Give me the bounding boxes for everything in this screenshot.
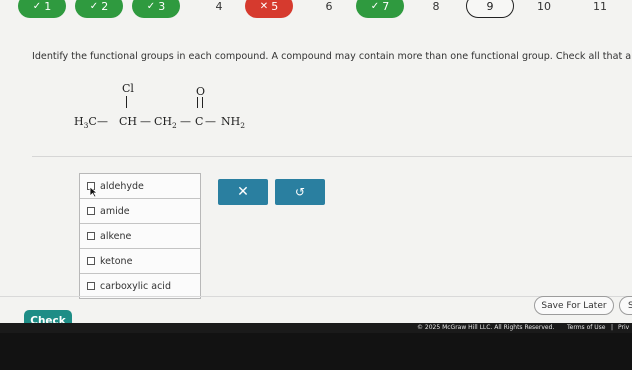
atom-c: C <box>88 115 97 128</box>
nav-label: 3 <box>158 0 166 13</box>
nav-question-6[interactable]: 6 <box>305 0 353 18</box>
bond-3: — <box>180 115 191 128</box>
nav-question-7[interactable]: ✓ 7 <box>356 0 404 18</box>
nav-label: 1 <box>44 0 52 13</box>
subscript: 2 <box>240 121 245 131</box>
choice-amide[interactable]: amide <box>80 199 200 224</box>
nav-question-2[interactable]: ✓ 2 <box>75 0 123 18</box>
nav-label: 4 <box>215 0 223 13</box>
section-divider <box>32 156 632 157</box>
choice-label: carboxylic acid <box>100 280 171 292</box>
choice-label: amide <box>100 205 130 217</box>
undo-button[interactable]: ↺ <box>275 179 325 205</box>
bond-c-cl <box>126 96 127 108</box>
double-bond-c-o <box>197 97 203 108</box>
undo-icon: ↺ <box>294 185 306 199</box>
group-ch2: CH2 <box>154 115 177 130</box>
clear-button[interactable]: ✕ <box>218 179 268 205</box>
x-icon: ✕ <box>259 0 269 12</box>
bond-2: — <box>140 115 151 128</box>
check-icon: ✓ <box>89 0 99 12</box>
nav-label: 6 <box>325 0 333 13</box>
nav-label: 11 <box>593 0 607 13</box>
nav-question-4[interactable]: 4 <box>195 0 243 18</box>
group-nh2: NH2 <box>221 115 245 130</box>
terms-link[interactable]: Terms of Use <box>567 324 605 331</box>
x-icon: ✕ <box>237 184 249 200</box>
checkbox[interactable] <box>87 282 95 290</box>
checkbox[interactable] <box>87 257 95 265</box>
nav-label: 10 <box>537 0 551 13</box>
nav-label: 7 <box>382 0 390 13</box>
nav-question-3[interactable]: ✓ 3 <box>132 0 180 18</box>
question-nav: ✓ 1 ✓ 2 ✓ 3 4 ✕ 5 6 ✓ 7 8 9 10 11 <box>0 0 632 22</box>
choice-label: alkene <box>100 230 132 242</box>
submit-button[interactable]: S <box>619 296 632 315</box>
choice-carboxylic-acid[interactable]: carboxylic acid <box>80 274 200 298</box>
check-icon: ✓ <box>146 0 156 12</box>
checkbox[interactable] <box>87 232 95 240</box>
choice-label: aldehyde <box>100 180 144 192</box>
subscript: 2 <box>172 121 177 131</box>
bond-1: — <box>97 115 108 128</box>
atom-cl: Cl <box>122 82 134 95</box>
nav-question-1[interactable]: ✓ 1 <box>18 0 66 18</box>
save-for-later-button[interactable]: Save For Later <box>534 296 614 315</box>
copyright-text: © 2025 McGraw Hill LLC. All Rights Reser… <box>417 324 555 331</box>
assignment-screen: ✓ 1 ✓ 2 ✓ 3 4 ✕ 5 6 ✓ 7 8 9 10 11 Identify th… <box>0 0 632 333</box>
choice-aldehyde[interactable]: aldehyde <box>80 174 200 199</box>
nav-question-5[interactable]: ✕ 5 <box>245 0 293 18</box>
check-icon: ✓ <box>370 0 380 12</box>
question-prompt: Identify the functional groups in each c… <box>32 51 632 62</box>
nav-label: 8 <box>432 0 440 13</box>
checkbox[interactable] <box>87 207 95 215</box>
nav-question-11[interactable]: 11 <box>576 0 624 18</box>
nav-question-10[interactable]: 10 <box>520 0 568 18</box>
group-h3c: H3C <box>74 115 97 130</box>
nav-question-9[interactable]: 9 <box>466 0 514 18</box>
choice-alkene[interactable]: alkene <box>80 224 200 249</box>
atom-ch: CH <box>154 115 173 128</box>
nav-label: 9 <box>486 0 494 13</box>
privacy-link[interactable]: Priv <box>618 324 629 331</box>
nav-label: 5 <box>271 0 279 13</box>
mouse-cursor-icon <box>89 186 98 198</box>
nav-question-8[interactable]: 8 <box>412 0 460 18</box>
nav-label: 2 <box>101 0 109 13</box>
bond-4: — <box>205 115 216 128</box>
atom-carbonyl-c: C <box>195 115 204 128</box>
choice-ketone[interactable]: ketone <box>80 249 200 274</box>
check-icon: ✓ <box>32 0 42 12</box>
group-ch: CH <box>119 115 138 128</box>
atom-nh: NH <box>221 115 241 128</box>
footer-separator: | <box>611 324 614 331</box>
footer: © 2025 McGraw Hill LLC. All Rights Reser… <box>0 323 632 333</box>
atom-h: H <box>74 115 84 128</box>
choice-label: ketone <box>100 255 133 267</box>
